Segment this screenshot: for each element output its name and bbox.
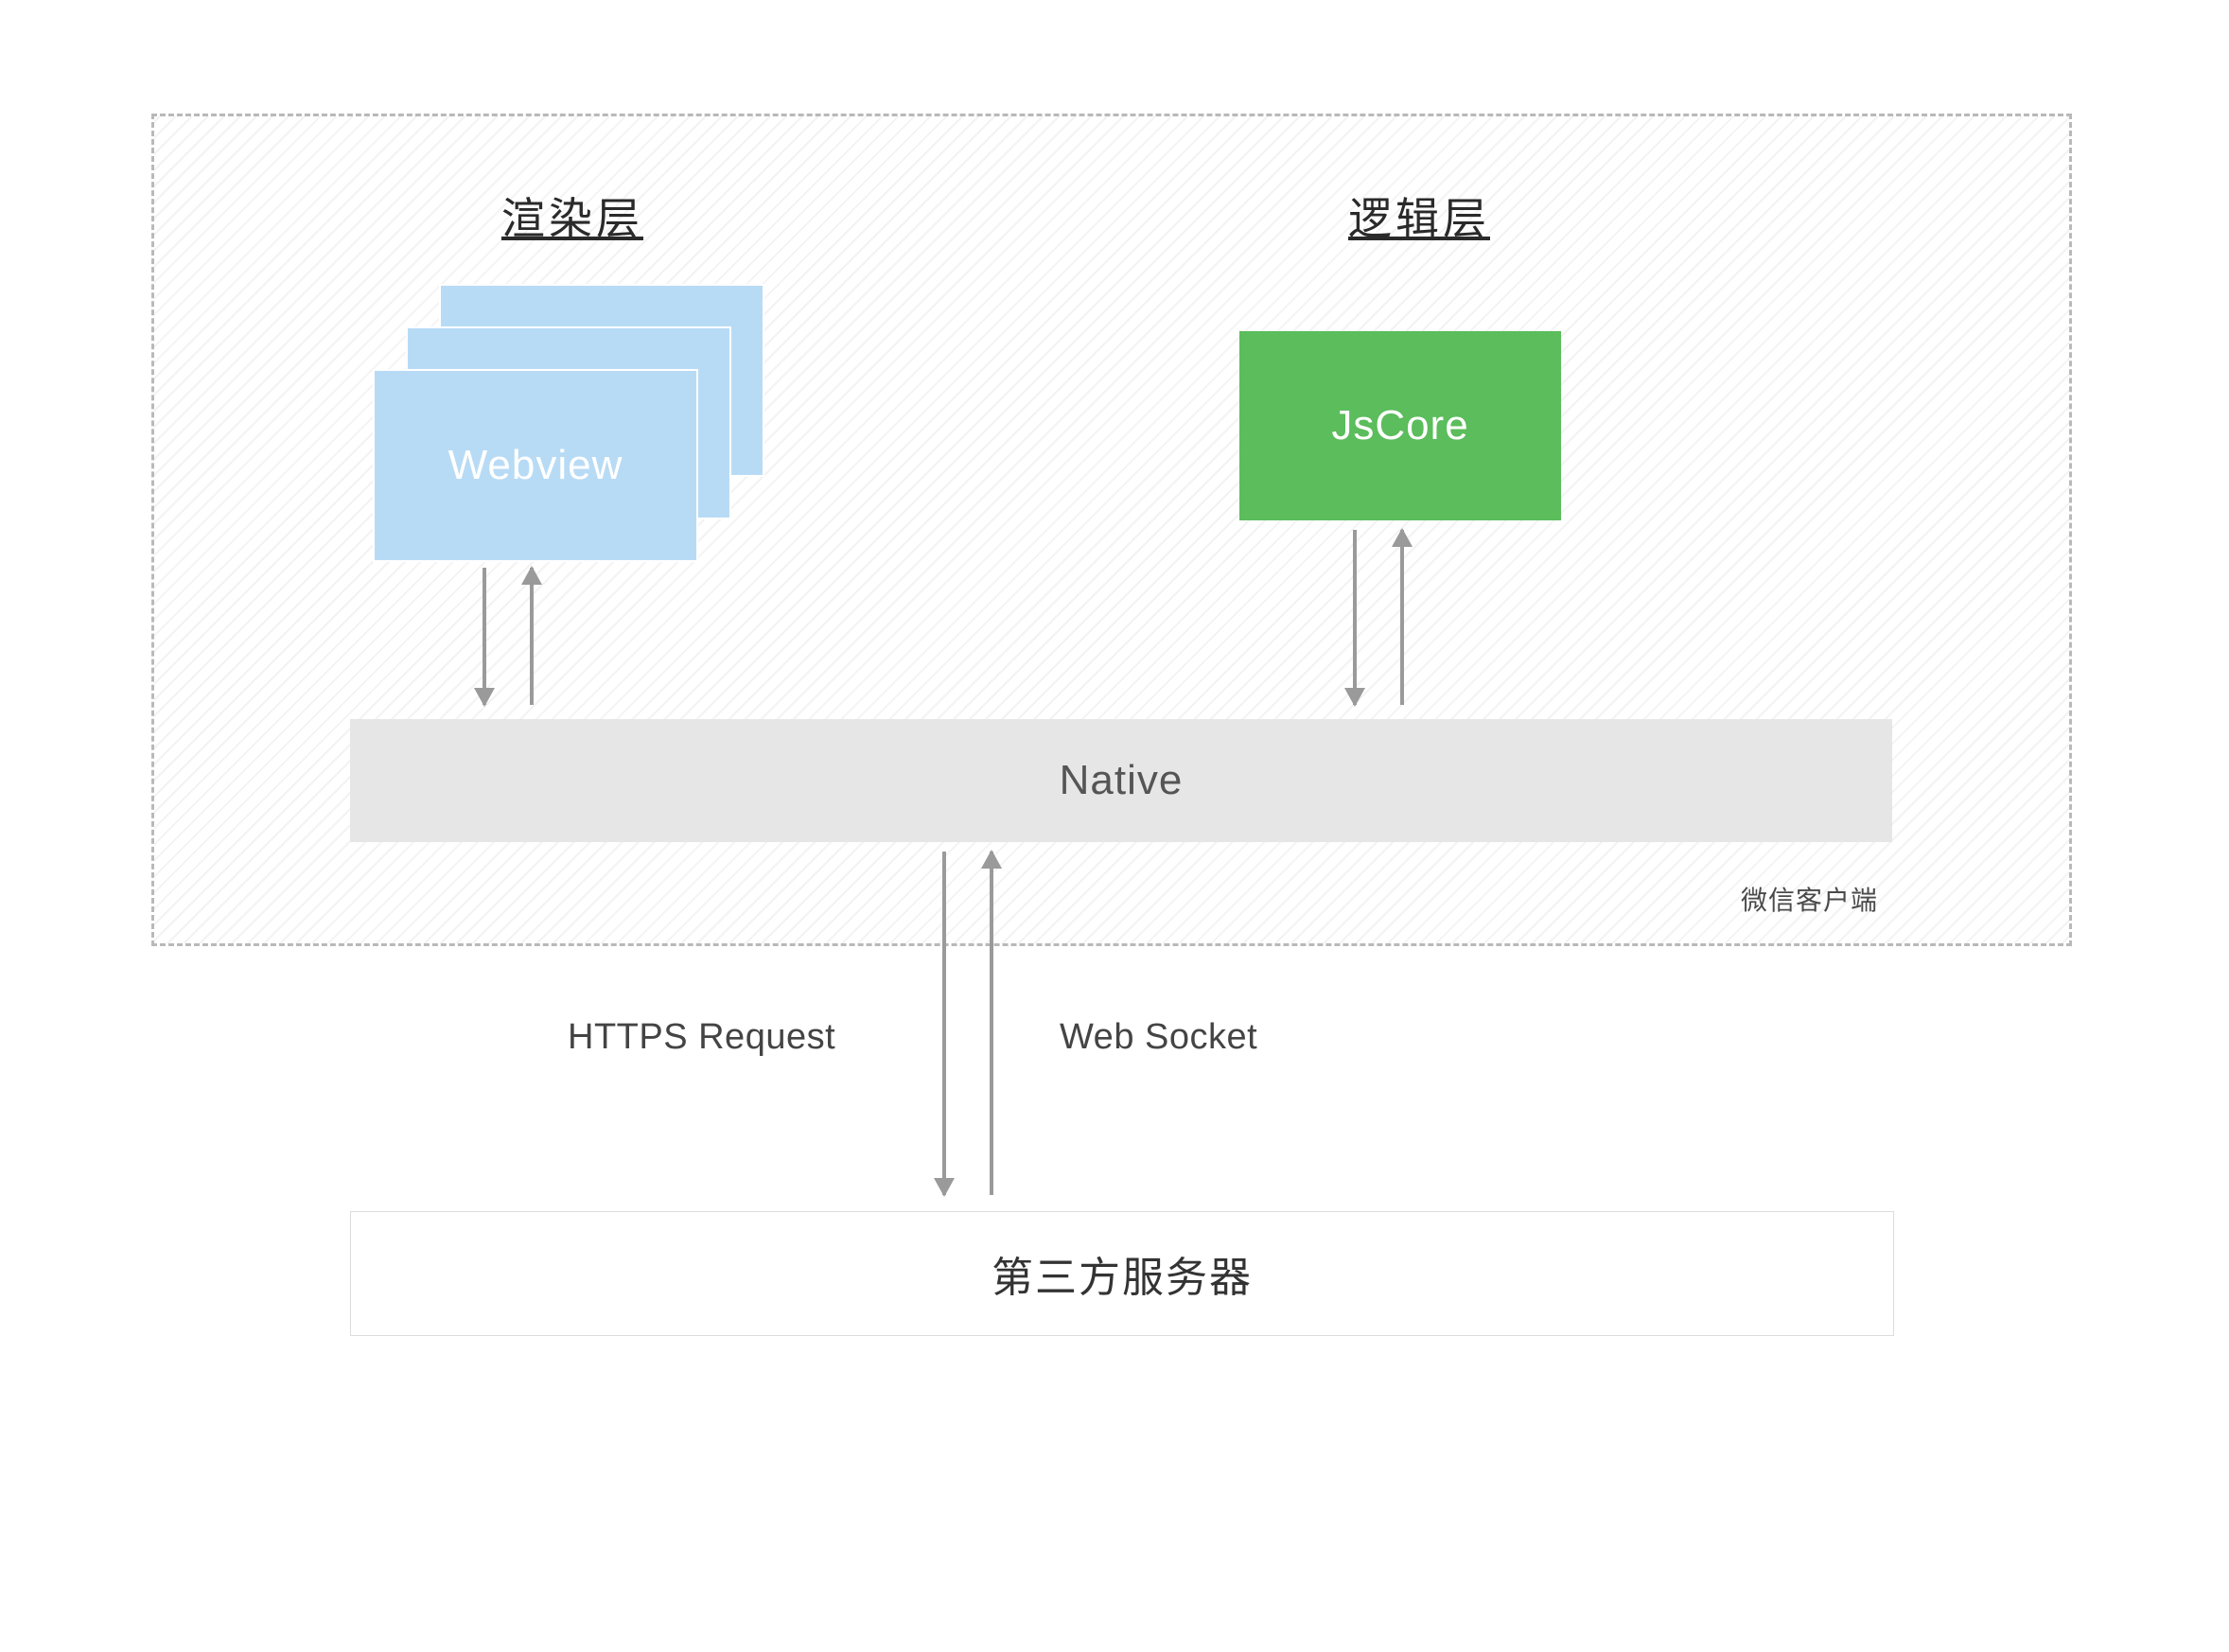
https-request-label: HTTPS Request <box>568 1017 835 1058</box>
webview-label: Webview <box>448 442 623 489</box>
jscore-label: JsCore <box>1331 402 1468 449</box>
webview-stack: Webview <box>373 284 732 563</box>
arrows-native-server <box>942 852 993 1195</box>
render-layer-title: 渲染层 <box>501 185 643 247</box>
arrow-down-icon <box>942 852 946 1195</box>
jscore-box: JsCore <box>1239 331 1561 520</box>
native-box: Native <box>350 719 1892 842</box>
third-party-server-box: 第三方服务器 <box>350 1211 1894 1336</box>
arrows-render-native <box>483 568 534 705</box>
native-label: Native <box>1060 757 1184 804</box>
webview-card-front: Webview <box>373 369 698 562</box>
logic-layer-title: 逻辑层 <box>1348 185 1490 247</box>
arrow-up-icon <box>530 568 534 705</box>
wechat-client-label: 微信客户端 <box>1741 880 1878 918</box>
diagram-canvas: 微信客户端 渲染层 逻辑层 Webview JsCore Native HTTP… <box>0 0 2229 1652</box>
arrow-up-icon <box>1400 530 1404 705</box>
arrow-down-icon <box>483 568 486 705</box>
arrow-up-icon <box>990 852 993 1195</box>
arrow-down-icon <box>1353 530 1357 705</box>
server-label: 第三方服务器 <box>992 1243 1253 1304</box>
websocket-label: Web Socket <box>1060 1017 1257 1058</box>
arrows-logic-native <box>1353 530 1404 705</box>
